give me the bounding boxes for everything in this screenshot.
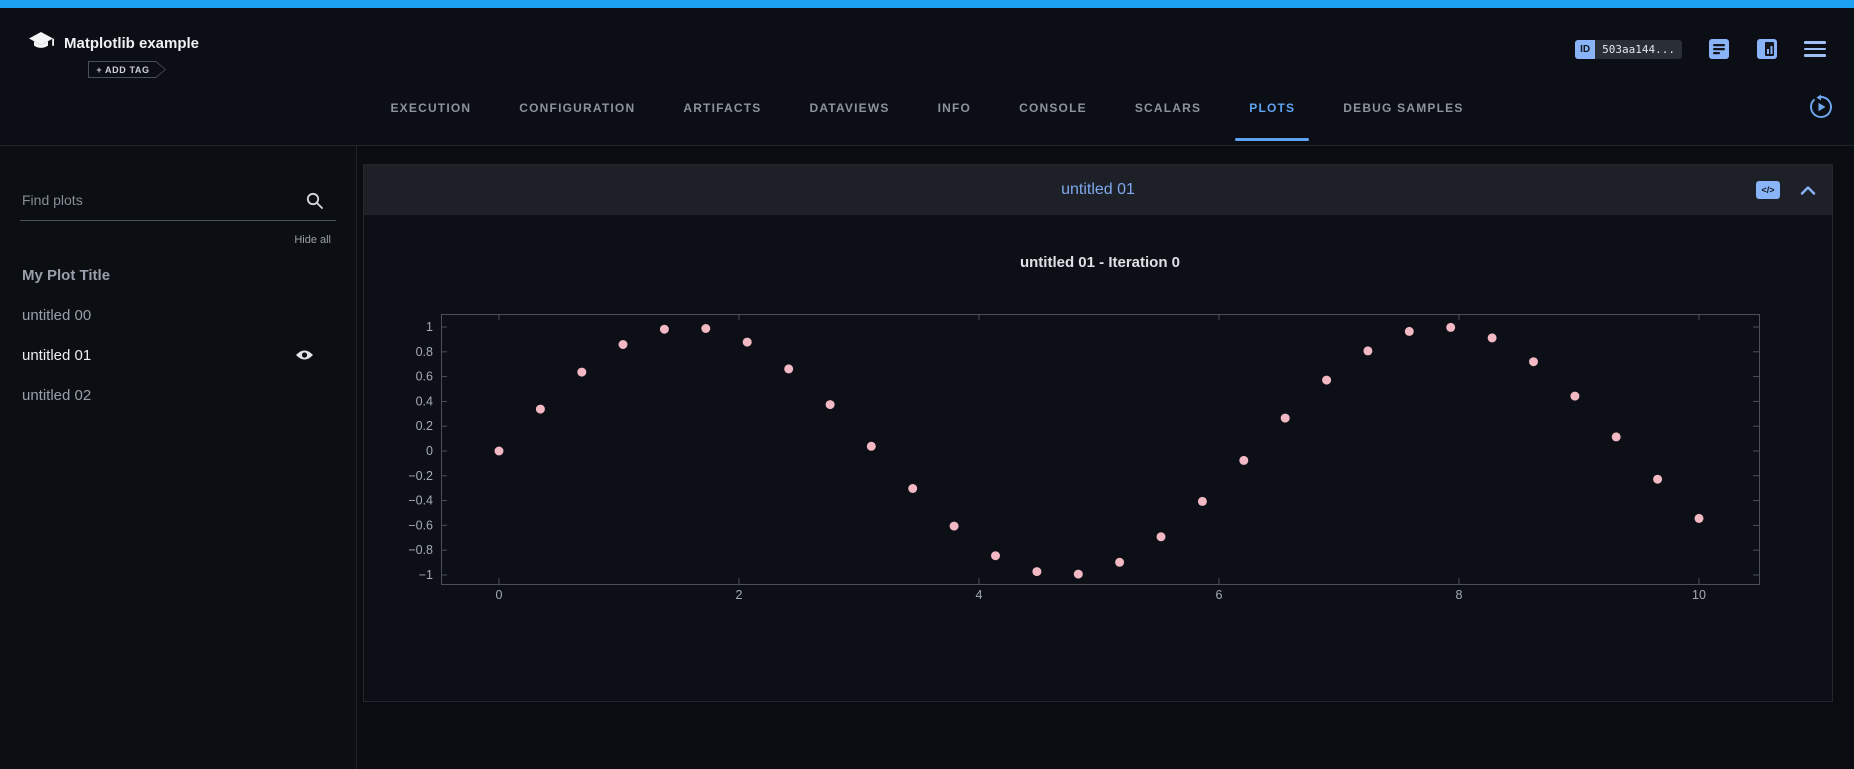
- y-tick-label: −0.8: [408, 543, 433, 557]
- tab-console[interactable]: CONSOLE: [995, 85, 1111, 145]
- data-point: [1695, 514, 1704, 523]
- auto-refresh-icon[interactable]: [1808, 94, 1834, 120]
- y-tick-label: 0.2: [416, 419, 433, 433]
- data-point: [1115, 558, 1124, 567]
- plots-content: untitled 01 </> untitled 01 - Iteration …: [358, 146, 1854, 769]
- data-point: [660, 325, 669, 334]
- data-point: [536, 405, 545, 414]
- search-input[interactable]: [22, 192, 306, 208]
- add-tag-button[interactable]: + ADD TAG: [88, 61, 166, 78]
- y-tick-label: −0.2: [408, 469, 433, 483]
- plot-item-label: untitled 01: [22, 347, 91, 364]
- plot-list: My Plot Title untitled 00 untitled 01 untit…: [0, 255, 356, 415]
- plot-card-header: untitled 01 </>: [364, 165, 1832, 215]
- data-point: [1198, 497, 1207, 506]
- x-tick-label: 4: [975, 588, 982, 602]
- y-tick-label: −0.6: [408, 518, 433, 532]
- description-icon[interactable]: [1708, 38, 1730, 60]
- tab-execution[interactable]: EXECUTION: [366, 85, 495, 145]
- x-tick-label: 6: [1216, 588, 1223, 602]
- app-header: Matplotlib example + ADD TAG ID 503aa144…: [0, 8, 1854, 85]
- plot-item-label: untitled 02: [22, 387, 91, 404]
- app-logo-icon: [26, 28, 56, 63]
- tab-scalars[interactable]: SCALARS: [1111, 85, 1225, 145]
- data-point: [1281, 414, 1290, 423]
- data-point: [1405, 327, 1414, 336]
- experiment-title: Matplotlib example: [64, 35, 199, 52]
- data-point: [1322, 376, 1331, 385]
- y-tick-label: 0.4: [416, 394, 433, 408]
- x-tick-label: 8: [1456, 588, 1463, 602]
- chart-title: untitled 01 - Iteration 0: [1020, 254, 1180, 271]
- data-point: [826, 400, 835, 409]
- plots-sidebar: Hide all My Plot Title untitled 00 untitle…: [0, 146, 357, 769]
- plot-item-label: My Plot Title: [22, 267, 110, 284]
- plot-list-item[interactable]: My Plot Title: [0, 255, 356, 295]
- data-point: [619, 340, 628, 349]
- hide-all-button[interactable]: Hide all: [294, 234, 331, 246]
- chevron-up-icon[interactable]: [1800, 186, 1816, 195]
- data-point: [743, 338, 752, 347]
- data-point: [1488, 333, 1497, 342]
- id-label: ID: [1575, 40, 1595, 59]
- data-point: [1529, 357, 1538, 366]
- data-point: [950, 522, 959, 531]
- eye-icon[interactable]: [295, 349, 314, 361]
- details-panel-icon[interactable]: [1756, 38, 1778, 60]
- plot-list-item[interactable]: untitled 02: [0, 375, 356, 415]
- plot-list-item[interactable]: untitled 01: [0, 335, 356, 375]
- data-point: [577, 368, 586, 377]
- plot-area: untitled 01 - Iteration 0 0 2 4 6 8 10 1 0.8 0.6 0…: [364, 215, 1832, 701]
- data-point: [867, 442, 876, 451]
- data-point: [784, 364, 793, 373]
- y-tick-label: 0: [426, 444, 433, 458]
- x-tick-label: 2: [735, 588, 742, 602]
- x-tick-label: 0: [495, 588, 502, 602]
- plot-frame: [442, 315, 1760, 585]
- data-point: [1653, 475, 1662, 484]
- x-tick-label: 10: [1692, 588, 1706, 602]
- tab-artifacts[interactable]: ARTIFACTS: [659, 85, 785, 145]
- data-point: [908, 484, 917, 493]
- data-point: [991, 551, 1000, 560]
- data-point: [1032, 567, 1041, 576]
- data-point: [1570, 392, 1579, 401]
- app-window: COMPLETED Matplotlib example + ADD TAG I…: [0, 0, 1854, 769]
- tab-info[interactable]: INFO: [914, 85, 995, 145]
- scatter-chart[interactable]: untitled 01 - Iteration 0 0 2 4 6 8 10 1 0.8 0.6 0…: [364, 215, 1834, 701]
- data-point: [1074, 570, 1083, 579]
- y-tick-label: 0.6: [416, 370, 433, 384]
- y-tick-label: −0.4: [408, 494, 433, 508]
- experiment-id-chip[interactable]: ID 503aa144...: [1575, 40, 1682, 59]
- plot-search-field: [20, 192, 336, 221]
- data-point: [1612, 432, 1621, 441]
- tab-plots[interactable]: PLOTS: [1225, 85, 1319, 145]
- menu-icon[interactable]: [1804, 41, 1826, 57]
- y-tick-label: 0.8: [416, 345, 433, 359]
- plot-card-title: untitled 01: [1061, 181, 1135, 199]
- data-point: [1446, 323, 1455, 332]
- tab-debug-samples[interactable]: DEBUG SAMPLES: [1319, 85, 1487, 145]
- data-point: [495, 447, 504, 456]
- plot-item-label: untitled 00: [22, 307, 91, 324]
- data-point: [701, 324, 710, 333]
- plot-list-item[interactable]: untitled 00: [0, 295, 356, 335]
- plot-card: untitled 01 </> untitled 01 - Iteration …: [363, 164, 1833, 702]
- tab-bar: EXECUTIONCONFIGURATIONARTIFACTSDATAVIEWS…: [0, 85, 1854, 146]
- view-code-icon[interactable]: </>: [1756, 181, 1780, 199]
- id-value: 503aa144...: [1595, 40, 1682, 59]
- tabs-container: EXECUTIONCONFIGURATIONARTIFACTSDATAVIEWS…: [366, 85, 1487, 145]
- data-point: [1157, 532, 1166, 541]
- y-tick-label: 1: [426, 320, 433, 334]
- y-tick-label: −1: [419, 568, 433, 582]
- tab-configuration[interactable]: CONFIGURATION: [495, 85, 659, 145]
- search-icon: [305, 191, 324, 215]
- tab-dataviews[interactable]: DATAVIEWS: [785, 85, 913, 145]
- data-point: [1239, 456, 1248, 465]
- data-point: [1363, 346, 1372, 355]
